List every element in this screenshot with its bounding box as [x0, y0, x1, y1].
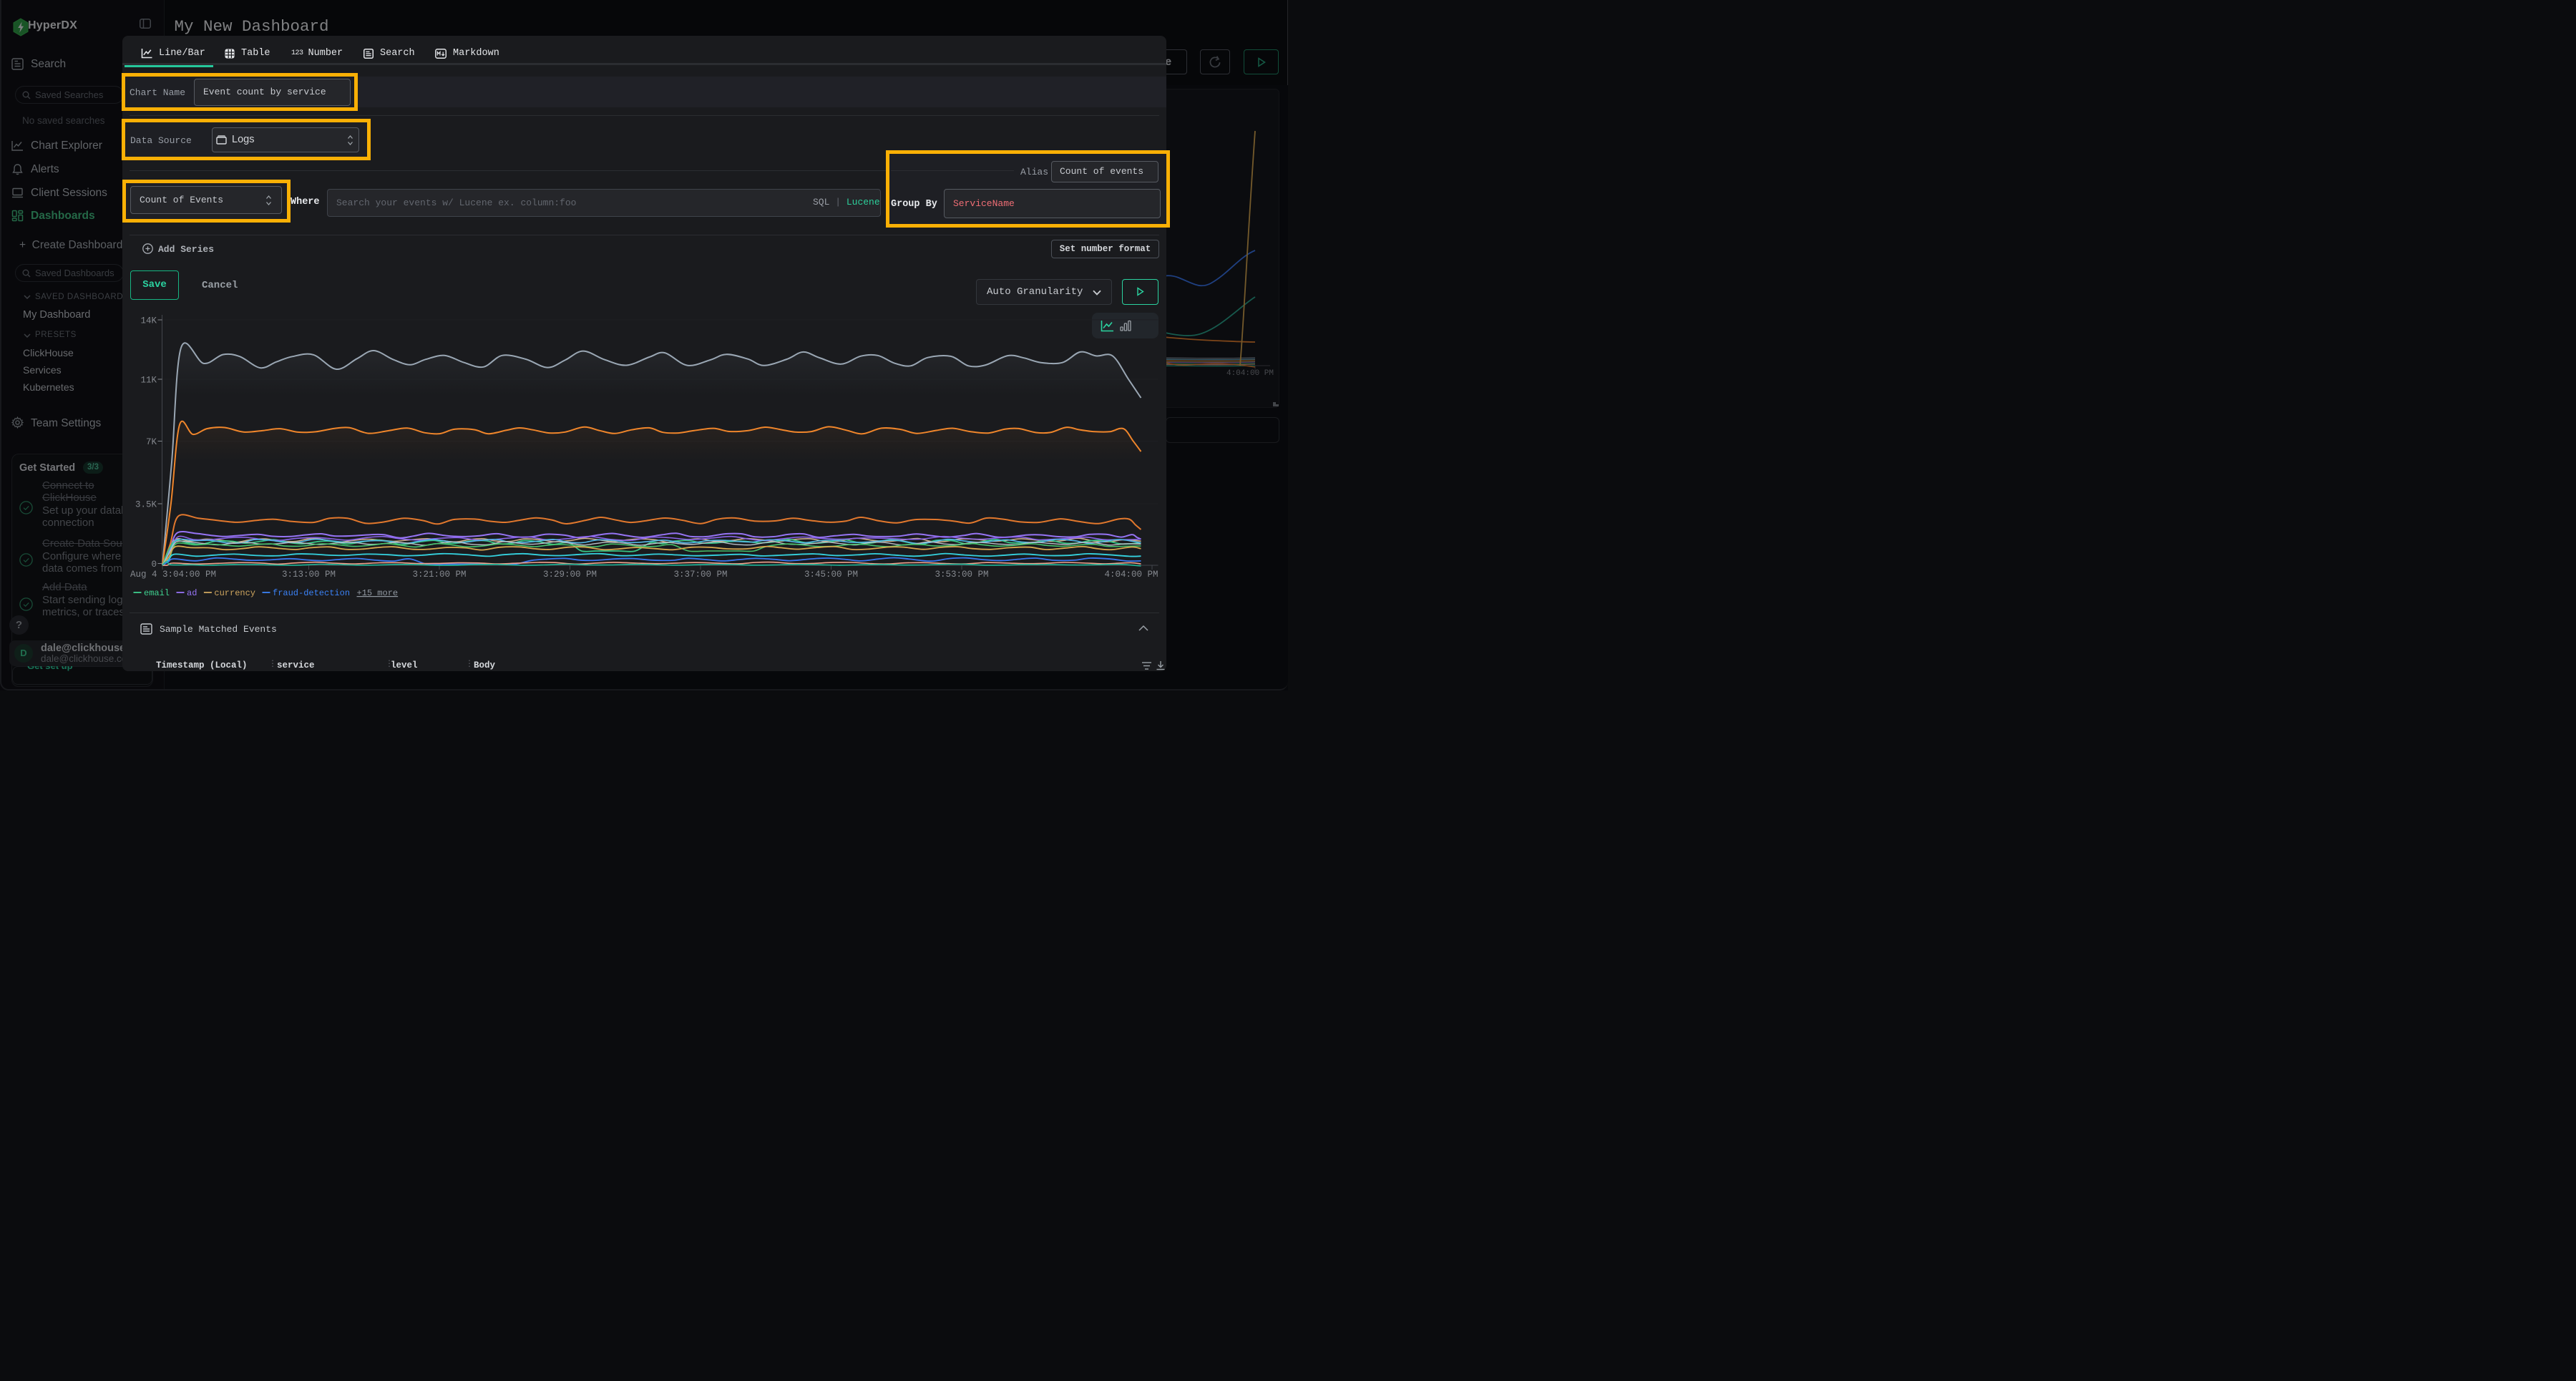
svg-text:7K: 7K	[146, 437, 157, 447]
svg-text:fraud-detection: fraud-detection	[273, 588, 350, 598]
svg-text:currency: currency	[214, 588, 255, 598]
svg-text:3:13:00 PM: 3:13:00 PM	[282, 570, 336, 580]
svg-text:3:21:00 PM: 3:21:00 PM	[412, 570, 466, 580]
svg-text:+15 more: +15 more	[357, 588, 399, 598]
svg-text:3:37:00 PM: 3:37:00 PM	[673, 570, 727, 580]
svg-text:0: 0	[151, 560, 157, 570]
svg-text:3:45:00 PM: 3:45:00 PM	[804, 570, 858, 580]
svg-text:3:53:00 PM: 3:53:00 PM	[935, 570, 988, 580]
svg-text:email: email	[144, 588, 170, 598]
svg-text:3:29:00 PM: 3:29:00 PM	[543, 570, 597, 580]
svg-text:Aug 4 3:04:00 PM: Aug 4 3:04:00 PM	[130, 570, 216, 580]
svg-text:11K: 11K	[140, 376, 157, 386]
svg-text:14K: 14K	[140, 316, 157, 326]
svg-text:ad: ad	[187, 588, 197, 598]
svg-text:4:04:00 PM: 4:04:00 PM	[1104, 570, 1158, 580]
svg-text:3.5K: 3.5K	[135, 500, 157, 510]
